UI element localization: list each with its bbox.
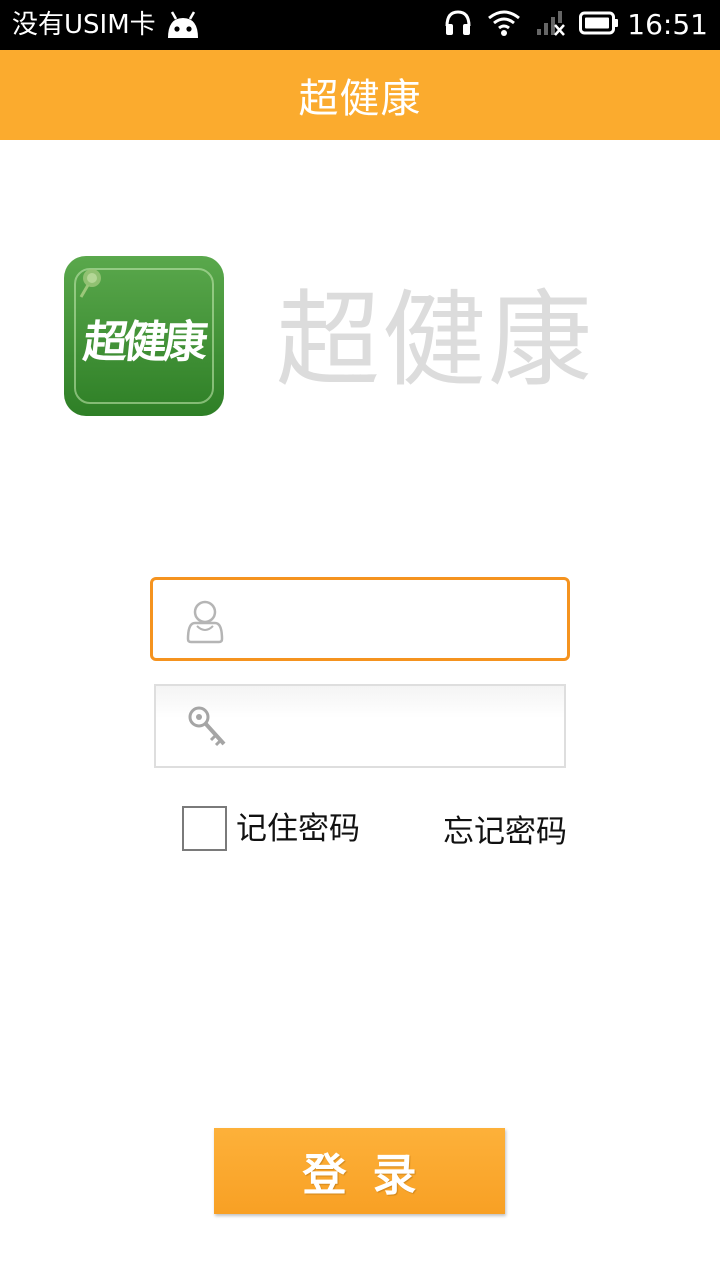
brand-name: 超健康	[276, 279, 595, 401]
password-input[interactable]	[248, 686, 554, 766]
remember-password-checkbox[interactable]	[182, 806, 227, 851]
headset-icon	[443, 8, 473, 42]
username-input[interactable]	[245, 580, 557, 658]
clock: 16:51	[627, 8, 708, 41]
forgot-password-link[interactable]: 忘记密码	[443, 811, 567, 853]
login-button[interactable]: 登录	[214, 1128, 505, 1214]
key-icon	[186, 704, 230, 750]
carrier-text: 没有USIM卡	[12, 10, 156, 40]
login-button-label: 登录	[302, 1150, 443, 1201]
status-bar: 没有USIM卡 16:51	[0, 0, 720, 50]
app-logo: 超健康	[64, 256, 224, 416]
android-icon	[164, 10, 202, 40]
remember-password-label[interactable]: 记住密码	[236, 808, 360, 850]
status-left: 没有USIM卡	[12, 8, 202, 42]
logo-text: 超健康	[80, 317, 207, 368]
wifi-icon	[487, 9, 521, 41]
battery-icon	[579, 11, 619, 39]
password-field[interactable]	[154, 684, 566, 768]
user-icon	[183, 598, 227, 644]
status-right: 16:51	[429, 8, 708, 42]
pushpin-icon	[76, 266, 106, 300]
app-title: 超健康	[298, 76, 422, 122]
app-title-bar: 超健康	[0, 50, 720, 140]
username-field[interactable]	[150, 577, 570, 661]
signal-off-icon	[535, 9, 566, 41]
